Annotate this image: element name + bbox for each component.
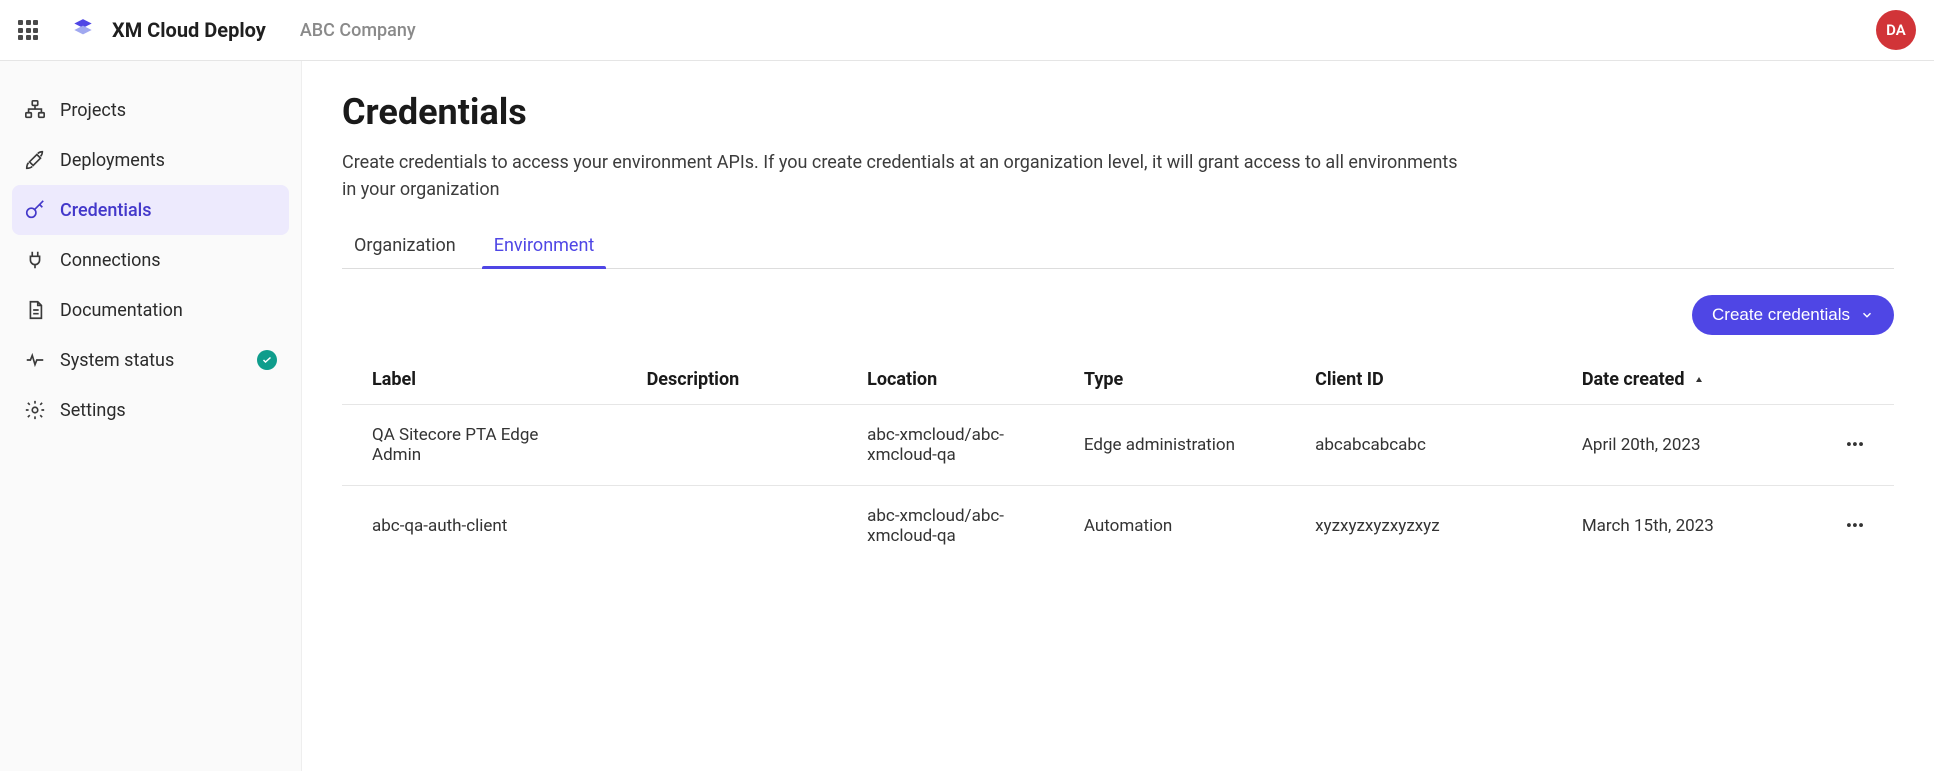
- col-description[interactable]: Description: [617, 355, 838, 405]
- row-actions-menu[interactable]: •••: [1816, 486, 1894, 567]
- col-label[interactable]: Label: [342, 355, 617, 405]
- gear-icon: [24, 399, 46, 421]
- col-date-created-label: Date created: [1582, 369, 1685, 390]
- heartbeat-icon: [24, 349, 46, 371]
- sidebar: Projects Deployments Credentials Connect…: [0, 61, 302, 771]
- cell-type: Edge administration: [1054, 405, 1285, 486]
- tab-environment[interactable]: Environment: [482, 225, 607, 268]
- sidebar-item-label: Projects: [60, 100, 126, 121]
- cell-label: abc-qa-auth-client: [342, 486, 617, 567]
- create-credentials-label: Create credentials: [1712, 305, 1850, 325]
- cell-location: abc-xmcloud/abc-xmcloud-qa: [837, 486, 1054, 567]
- sort-asc-icon: [1693, 374, 1705, 386]
- key-icon: [24, 199, 46, 221]
- rocket-icon: [24, 149, 46, 171]
- page-title: Credentials: [342, 91, 1894, 133]
- tab-organization[interactable]: Organization: [342, 225, 468, 268]
- col-client-id[interactable]: Client ID: [1285, 355, 1552, 405]
- sidebar-item-projects[interactable]: Projects: [12, 85, 289, 135]
- sidebar-item-label: Settings: [60, 400, 126, 421]
- table-row: QA Sitecore PTA Edge Admin abc-xmcloud/a…: [342, 405, 1894, 486]
- sidebar-item-settings[interactable]: Settings: [12, 385, 289, 435]
- row-actions-menu[interactable]: •••: [1816, 405, 1894, 486]
- cell-client-id: xyzxyzxyzxyzxyz: [1285, 486, 1552, 567]
- cell-client-id: abcabcabcabc: [1285, 405, 1552, 486]
- col-location[interactable]: Location: [837, 355, 1054, 405]
- cell-description: [617, 405, 838, 486]
- company-name: ABC Company: [300, 20, 416, 41]
- sidebar-item-documentation[interactable]: Documentation: [12, 285, 289, 335]
- sidebar-item-label: Connections: [60, 250, 161, 271]
- status-ok-icon: [257, 350, 277, 370]
- cell-type: Automation: [1054, 486, 1285, 567]
- sidebar-item-label: System status: [60, 350, 174, 371]
- brand-title: XM Cloud Deploy: [112, 18, 266, 42]
- page-subtitle: Create credentials to access your enviro…: [342, 149, 1472, 203]
- sidebar-item-credentials[interactable]: Credentials: [12, 185, 289, 235]
- credentials-table: Label Description Location Type Client I…: [342, 355, 1894, 566]
- sidebar-item-label: Credentials: [60, 200, 152, 221]
- main-content: Credentials Create credentials to access…: [302, 61, 1934, 771]
- document-icon: [24, 299, 46, 321]
- cell-location: abc-xmcloud/abc-xmcloud-qa: [837, 405, 1054, 486]
- cell-date-created: April 20th, 2023: [1552, 405, 1816, 486]
- brand-logo-icon: [70, 17, 96, 43]
- sidebar-item-connections[interactable]: Connections: [12, 235, 289, 285]
- cell-date-created: March 15th, 2023: [1552, 486, 1816, 567]
- create-credentials-button[interactable]: Create credentials: [1692, 295, 1894, 335]
- sitemap-icon: [24, 99, 46, 121]
- sidebar-item-label: Documentation: [60, 300, 183, 321]
- table-row: abc-qa-auth-client abc-xmcloud/abc-xmclo…: [342, 486, 1894, 567]
- avatar[interactable]: DA: [1876, 10, 1916, 50]
- cell-label: QA Sitecore PTA Edge Admin: [342, 405, 617, 486]
- chevron-down-icon: [1860, 308, 1874, 322]
- sidebar-item-system-status[interactable]: System status: [12, 335, 289, 385]
- top-header: XM Cloud Deploy ABC Company DA: [0, 0, 1934, 61]
- col-date-created[interactable]: Date created: [1552, 355, 1816, 405]
- more-icon: •••: [1846, 435, 1864, 455]
- sidebar-item-label: Deployments: [60, 150, 165, 171]
- col-type[interactable]: Type: [1054, 355, 1285, 405]
- tabs: Organization Environment: [342, 225, 1894, 269]
- plug-icon: [24, 249, 46, 271]
- apps-launcher-icon[interactable]: [18, 20, 38, 40]
- sidebar-item-deployments[interactable]: Deployments: [12, 135, 289, 185]
- actions-row: Create credentials: [342, 295, 1894, 335]
- more-icon: •••: [1846, 516, 1864, 536]
- cell-description: [617, 486, 838, 567]
